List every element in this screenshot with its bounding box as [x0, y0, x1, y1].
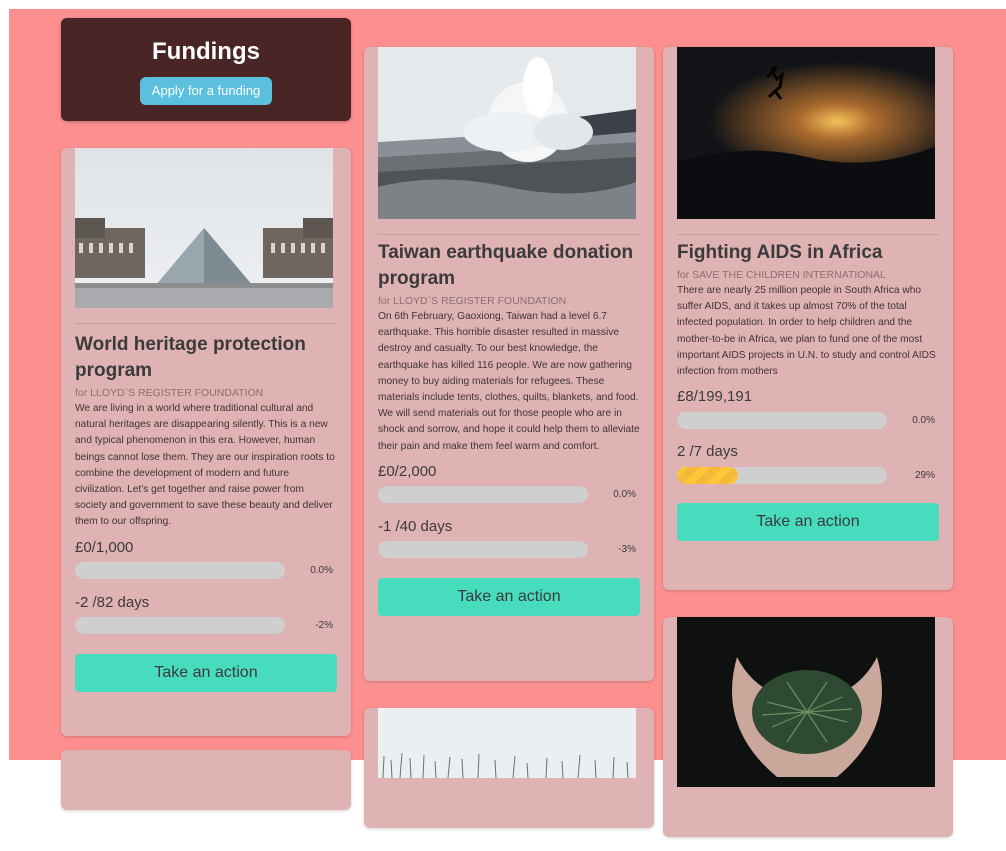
card-divider: [75, 323, 337, 324]
card-divider: [378, 234, 640, 235]
funding-amount: £0/1,000: [75, 538, 134, 556]
amount-percent: 0.0%: [310, 565, 333, 577]
days-progress-bar: [378, 541, 588, 559]
louvre-pyramid-photo-icon: [75, 148, 333, 308]
amount-progress-row: 0.0%: [75, 562, 337, 580]
days-remaining: -2 /82 days: [75, 593, 150, 611]
card-title[interactable]: Taiwan earthquake donation program: [378, 240, 640, 292]
column-2: Taiwan earthquake donation program for L…: [364, 18, 654, 842]
card-description: There are nearly 25 million people in So…: [677, 285, 936, 378]
funding-card: World heritage protection program for LL…: [61, 148, 351, 736]
card-description: We are living in a world where tradition…: [75, 403, 335, 528]
card-organization: for LLOYD`S REGISTER FOUNDATION: [378, 295, 567, 307]
card-description: On 6th February, Gaoxiong, Taiwan had a …: [378, 311, 640, 452]
days-progress-row: 29%: [677, 466, 939, 484]
take-action-button[interactable]: Take an action: [677, 503, 939, 542]
days-progress-bar: [75, 617, 285, 635]
funding-card-partial: [364, 708, 654, 828]
apply-funding-button[interactable]: Apply for a funding: [139, 77, 273, 105]
card-organization: for LLOYD`S REGISTER FOUNDATION: [75, 387, 264, 399]
card-organization: for SAVE THE CHILDREN INTERNATIONAL: [677, 269, 886, 281]
column-1: Fundings Apply for a funding World herit…: [61, 18, 351, 824]
amount-progress-row: 0.0%: [378, 486, 640, 504]
days-progress-fill: [677, 466, 738, 484]
fundings-header: Fundings Apply for a funding: [61, 18, 351, 121]
card-title[interactable]: Fighting AIDS in Africa: [677, 240, 939, 266]
amount-progress-bar: [75, 562, 285, 580]
amount-progress-row: 0.0%: [677, 411, 939, 429]
amount-progress-bar: [378, 486, 588, 504]
funding-card: Fighting AIDS in Africa for SAVE THE CHI…: [663, 47, 953, 590]
days-remaining: 2 /7 days: [677, 443, 738, 461]
funding-card: Taiwan earthquake donation program for L…: [364, 47, 654, 681]
sunset-jump-photo-icon: [677, 47, 935, 219]
geyser-eruption-photo-icon: [378, 47, 636, 219]
winter-grass-photo-icon: [378, 708, 636, 778]
card-title[interactable]: World heritage protection program: [75, 332, 337, 384]
days-progress-row: -3%: [378, 541, 640, 559]
days-progress-row: -2%: [75, 617, 337, 635]
funding-card-partial: [61, 750, 351, 810]
hands-with-plant-photo-icon: [677, 617, 935, 787]
funding-amount: £8/199,191: [677, 388, 753, 406]
card-divider: [677, 234, 939, 235]
take-action-button[interactable]: Take an action: [378, 577, 640, 616]
page-title: Fundings: [152, 38, 260, 65]
days-percent: 29%: [914, 469, 935, 481]
days-percent: -2%: [315, 620, 333, 632]
funding-amount: £0/2,000: [378, 462, 437, 480]
days-remaining: -1 /40 days: [378, 517, 453, 535]
days-percent: -3%: [618, 544, 636, 556]
amount-percent: 0.0%: [613, 489, 636, 501]
funding-card-partial: [663, 617, 953, 837]
days-progress-bar: [677, 466, 887, 484]
amount-percent: 0.0%: [912, 414, 935, 426]
take-action-button[interactable]: Take an action: [75, 653, 337, 692]
amount-progress-bar: [677, 411, 887, 429]
column-3: Fighting AIDS in Africa for SAVE THE CHI…: [663, 18, 953, 851]
